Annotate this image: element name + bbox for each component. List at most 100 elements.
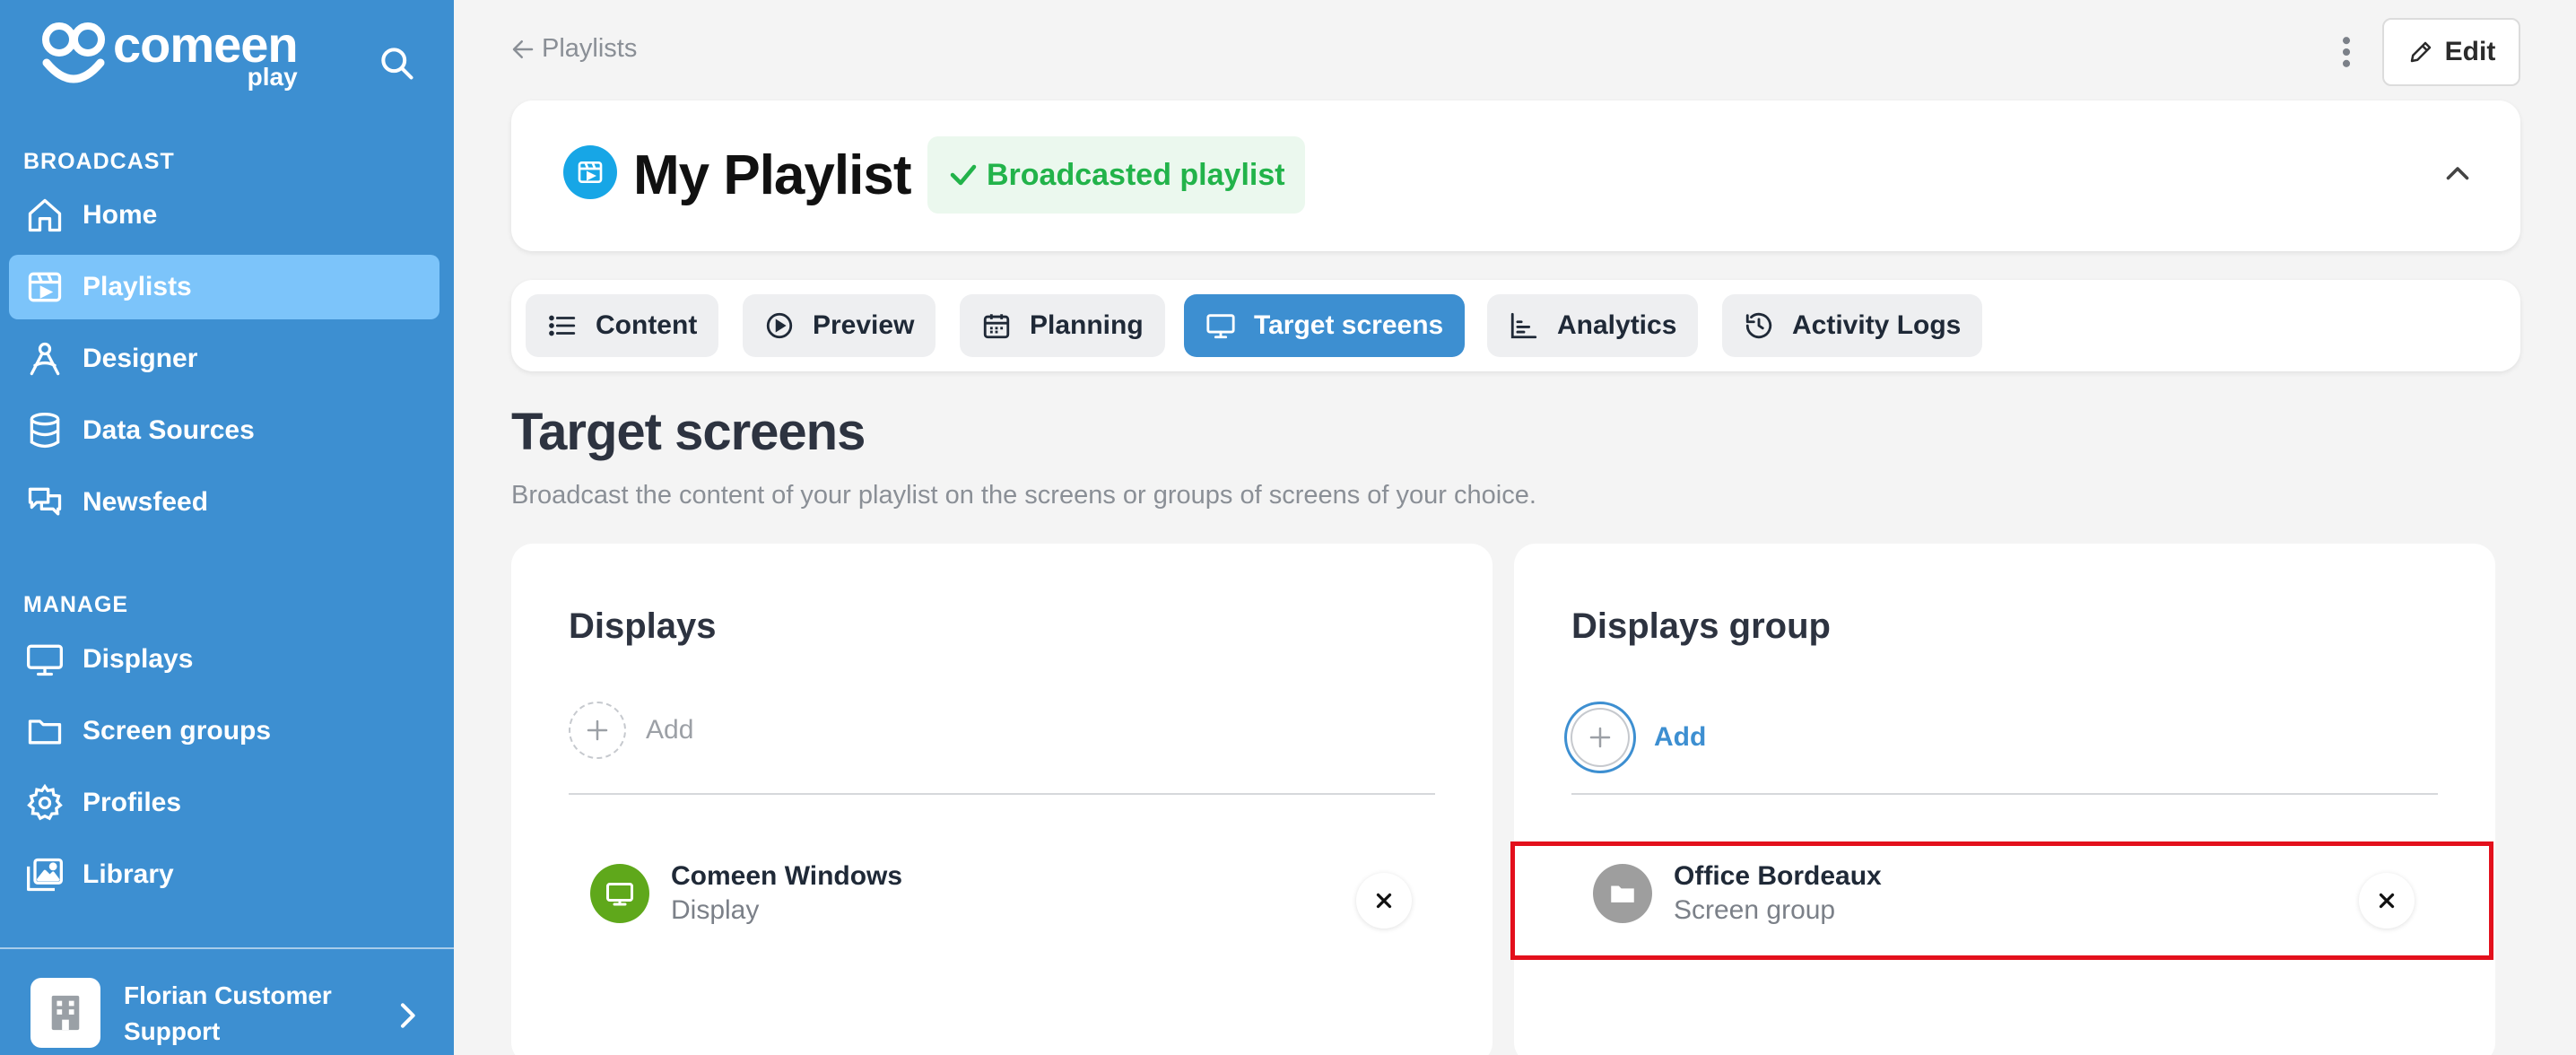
displays-panel: Displays Add Comeen Windows Display <box>511 544 1493 1055</box>
sidebar-item-designer[interactable]: Designer <box>9 327 439 391</box>
play-icon <box>766 312 793 339</box>
sidebar-item-library[interactable]: Library <box>9 842 439 907</box>
displays-panel-title: Displays <box>569 606 717 646</box>
chevron-right-icon[interactable] <box>389 998 425 1033</box>
user-name: Florian Customer Support <box>124 981 332 1045</box>
pencil-icon <box>2410 41 2431 63</box>
page-title: My Playlist <box>633 144 911 206</box>
add-display-label: Add <box>646 715 694 745</box>
sidebar-item-label: Screen groups <box>83 716 272 745</box>
status-badge-label: Broadcasted playlist <box>987 157 1285 192</box>
monitor-icon <box>606 883 633 906</box>
comeen-logo-icon <box>42 22 105 83</box>
library-icon <box>27 858 63 892</box>
plus-icon <box>587 719 608 741</box>
tab-label: Analytics <box>1557 310 1677 340</box>
add-display-button[interactable]: Add <box>569 702 693 759</box>
sidebar-item-label: Profiles <box>83 788 182 817</box>
sidebar-item-playlists[interactable]: Playlists <box>9 255 439 319</box>
manage-section-label: MANAGE <box>23 592 129 617</box>
edit-button-label: Edit <box>2444 37 2496 66</box>
monitor-icon <box>1206 314 1235 339</box>
avatar <box>30 978 100 1048</box>
list-icon <box>549 315 576 336</box>
folder-icon <box>28 719 62 745</box>
screen-group-type: Screen group <box>1674 895 1836 925</box>
designer-icon <box>30 342 60 376</box>
sidebar-item-label: Library <box>83 859 174 889</box>
newsfeed-icon <box>28 487 62 516</box>
screen-group-name: Office Bordeaux <box>1674 861 1882 891</box>
tab-preview[interactable]: Preview <box>743 294 936 357</box>
sidebar-item-label: Home <box>83 200 158 230</box>
chevron-up-icon[interactable] <box>2441 158 2474 190</box>
sidebar-item-label: Playlists <box>83 272 192 301</box>
tab-label: Planning <box>1030 310 1144 340</box>
search-icon[interactable] <box>377 43 416 83</box>
home-icon <box>28 198 62 232</box>
tab-label: Target screens <box>1254 310 1444 340</box>
add-circle <box>569 702 626 759</box>
tab-target-screens[interactable]: Target screens <box>1184 294 1466 357</box>
list-item-screen-group: Office Bordeaux Screen group <box>1593 861 1882 926</box>
section-title: Target screens <box>511 403 866 461</box>
tab-label: Preview <box>813 310 915 340</box>
section-description: Broadcast the content of your playlist o… <box>511 481 1536 510</box>
sidebar-item-data-sources[interactable]: Data Sources <box>9 398 439 463</box>
tab-content[interactable]: Content <box>526 294 719 357</box>
panel-divider <box>1571 793 2438 795</box>
remove-display-button[interactable] <box>1356 873 1412 929</box>
gear-icon <box>27 783 63 821</box>
panel-divider <box>569 793 1435 795</box>
sidebar-item-screen-groups[interactable]: Screen groups <box>9 699 439 763</box>
sidebar-item-label: Newsfeed <box>83 487 209 517</box>
sidebar: comeen play BROADCAST Home Playlists Des… <box>0 0 454 1055</box>
sidebar-item-home[interactable]: Home <box>9 183 439 248</box>
sidebar-divider <box>0 947 454 949</box>
back-link-label: Playlists <box>542 34 638 63</box>
calendar-icon <box>983 314 1010 339</box>
playlist-header: My Playlist Broadcasted playlist <box>511 100 2520 251</box>
remove-screen-group-button[interactable] <box>2359 873 2415 929</box>
displays-group-panel-title: Displays group <box>1571 606 1831 646</box>
sidebar-item-label: Designer <box>83 344 198 373</box>
tab-analytics[interactable]: Analytics <box>1487 294 1699 357</box>
arrow-left-icon <box>512 39 534 58</box>
tab-bar: Content Preview Planning Target screens … <box>511 280 2520 371</box>
monitor-icon <box>27 644 63 676</box>
list-item-display: Comeen Windows Display <box>590 861 902 926</box>
status-badge: Broadcasted playlist <box>927 136 1305 214</box>
displays-group-panel: Displays group Add Office Bordeaux Scree… <box>1514 544 2495 1055</box>
add-group-button[interactable]: Add <box>1564 702 1707 773</box>
user-menu[interactable]: Florian Customer Support <box>30 978 425 1055</box>
tab-activity-logs[interactable]: Activity Logs <box>1722 294 1983 357</box>
sidebar-item-displays[interactable]: Displays <box>9 627 439 692</box>
sidebar-item-label: Data Sources <box>83 415 255 445</box>
sidebar-item-profiles[interactable]: Profiles <box>9 771 439 835</box>
back-to-playlists-link[interactable]: Playlists <box>509 34 637 64</box>
display-name: Comeen Windows <box>671 861 903 891</box>
folder-icon <box>1611 885 1634 902</box>
building-icon <box>51 995 80 1031</box>
tab-label: Content <box>596 310 698 340</box>
display-type: Display <box>671 895 760 925</box>
playlist-badge-icon <box>563 145 617 199</box>
close-icon <box>1376 893 1392 909</box>
add-group-label: Add <box>1654 722 1707 752</box>
sidebar-item-newsfeed[interactable]: Newsfeed <box>9 470 439 535</box>
history-icon <box>1745 312 1772 339</box>
add-circle <box>1564 702 1636 773</box>
edit-button[interactable]: Edit <box>2382 18 2520 86</box>
more-options-icon[interactable] <box>2330 32 2363 72</box>
chart-icon <box>1510 312 1537 339</box>
check-icon <box>950 164 977 186</box>
broadcast-section-label: BROADCAST <box>23 149 175 174</box>
database-icon <box>30 413 60 449</box>
tab-planning[interactable]: Planning <box>960 294 1165 357</box>
display-item-icon <box>590 864 649 923</box>
close-icon <box>2379 893 2395 909</box>
logo[interactable]: comeen play <box>39 20 299 90</box>
plus-icon <box>1589 727 1611 748</box>
sidebar-item-label: Displays <box>83 644 194 674</box>
tab-label: Activity Logs <box>1792 310 1962 340</box>
